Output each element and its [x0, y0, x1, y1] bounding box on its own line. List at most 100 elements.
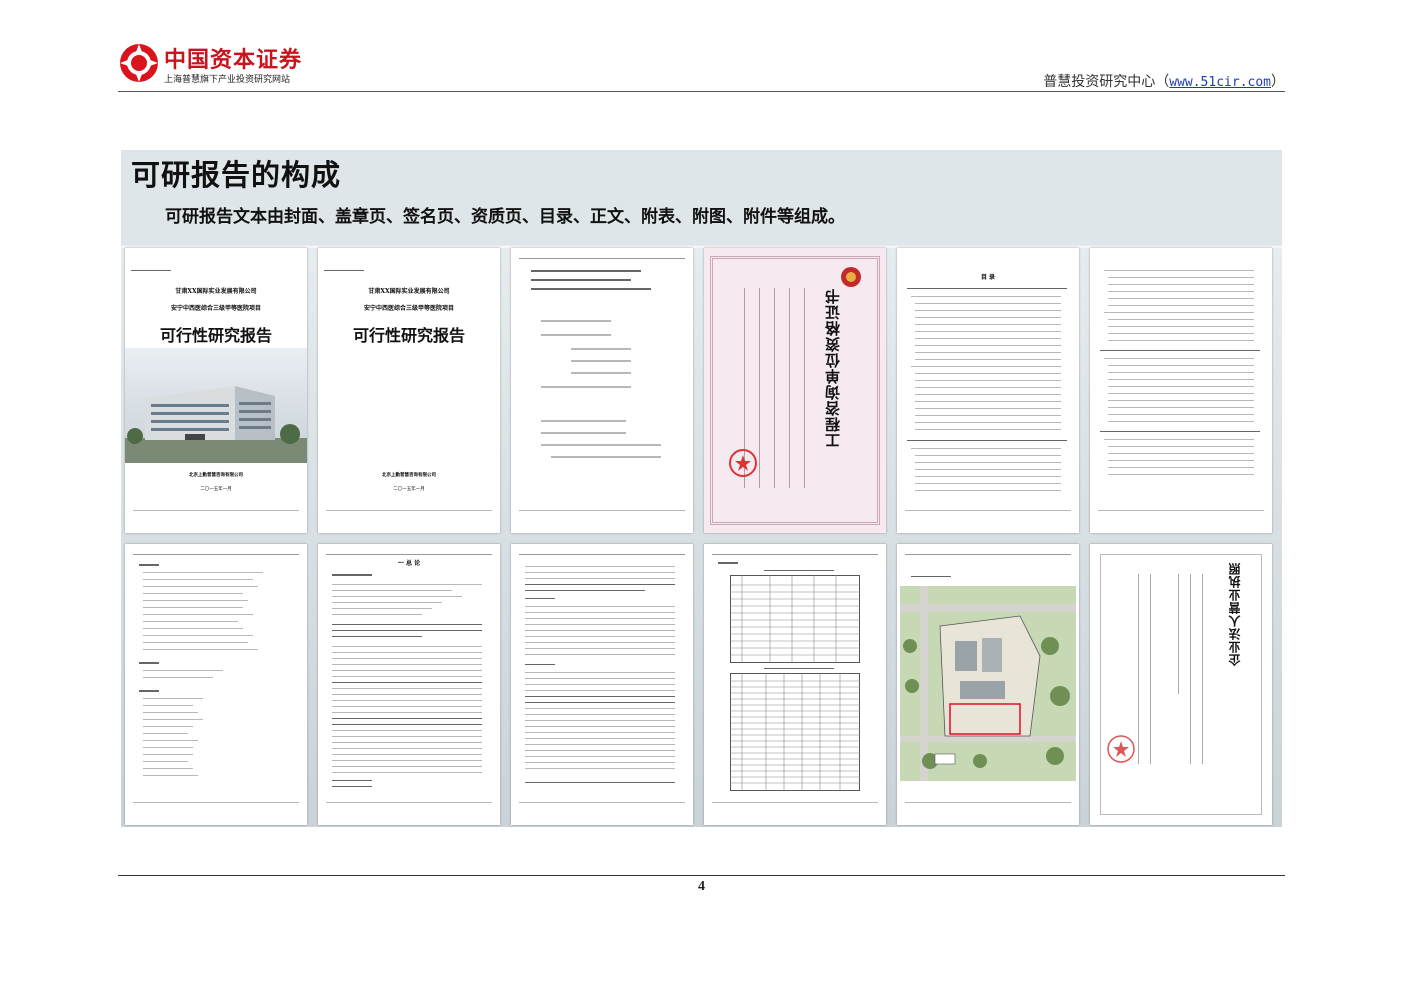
- text-line: [525, 618, 675, 619]
- toc-line: [907, 440, 1067, 441]
- text-line: [143, 614, 253, 615]
- text-line: [332, 614, 422, 615]
- text-line: [332, 590, 452, 591]
- toc-line: [915, 380, 1061, 381]
- site-plan-map-icon: [900, 586, 1076, 781]
- cert-col: [759, 288, 760, 488]
- header-line: [905, 554, 1071, 555]
- footer-line: [1098, 510, 1264, 511]
- toc-line: [911, 296, 1061, 297]
- sig-line: [571, 372, 631, 374]
- toc-line: [915, 331, 1061, 332]
- footer-line: [326, 510, 492, 511]
- license-col: [1150, 574, 1151, 764]
- text-line: [525, 590, 645, 591]
- license-col: [1202, 574, 1203, 764]
- text-line: [525, 654, 675, 655]
- sig-line: [531, 288, 651, 290]
- sig-line: [531, 270, 641, 272]
- text-line: [525, 572, 675, 573]
- text-line: [332, 602, 442, 603]
- footer-line: [905, 802, 1071, 803]
- cover2-company: 北京上勤普慧咨询有限公司: [382, 473, 436, 478]
- toc-line: [915, 352, 1061, 353]
- logo-title: 中国资本证券: [164, 47, 303, 73]
- toc-line: [915, 345, 1061, 346]
- footer-line: [519, 802, 685, 803]
- cover1-report-title: 可行性研究报告: [159, 326, 272, 345]
- text-line: [143, 719, 203, 720]
- thumb-appendix-list: [125, 544, 307, 825]
- footer-line: [712, 802, 878, 803]
- text-line: [143, 761, 188, 762]
- text-line: [332, 736, 482, 737]
- license-col: [1178, 574, 1179, 694]
- toc-line: [915, 422, 1061, 423]
- toc-line: [1108, 400, 1254, 401]
- text-line: [525, 768, 675, 769]
- toc-line: [915, 483, 1061, 484]
- toc-line: [915, 387, 1061, 388]
- text-line: [332, 760, 482, 761]
- site-url-link[interactable]: www.51cir.com: [1169, 75, 1271, 90]
- text-line: [332, 658, 482, 659]
- text-line: [143, 747, 193, 748]
- toc-line: [1108, 305, 1254, 306]
- toc-line: [907, 288, 1067, 289]
- logo-emblem-icon: [120, 44, 158, 82]
- thumb-toc-page-1: 目 录: [897, 248, 1079, 533]
- toc-line: [915, 394, 1061, 395]
- toc-line: [1108, 365, 1254, 366]
- text-line: [143, 768, 193, 769]
- cert-border: [710, 256, 880, 525]
- text-line: [525, 642, 675, 643]
- license-col: [1138, 574, 1139, 764]
- toc-line: [1108, 277, 1254, 278]
- thumb-qualification-certificate: 工程咨询单位资格证书: [704, 248, 886, 533]
- table-caption: [764, 668, 834, 669]
- toc-line: [1108, 340, 1254, 341]
- toc-line: [1108, 453, 1254, 454]
- text-line: [525, 578, 675, 579]
- thumb-appendix-tables: [704, 544, 886, 825]
- cert-col: [774, 288, 775, 488]
- text-line: [525, 672, 675, 673]
- text-line: [143, 754, 193, 755]
- text-line: [332, 706, 482, 707]
- toc-line: [911, 448, 1061, 449]
- toc-line: [1108, 386, 1254, 387]
- sig-line: [541, 420, 626, 422]
- sig-line: [541, 334, 611, 336]
- text-line: [332, 780, 372, 781]
- cover2-project: 安宁中西医综合三级甲等医院项目: [363, 305, 454, 312]
- toc-line: [1108, 474, 1254, 475]
- text-line: [332, 694, 482, 695]
- text-line: [332, 766, 482, 767]
- text-line: [525, 708, 675, 709]
- toc-line: [915, 490, 1061, 491]
- text-line: [525, 696, 675, 697]
- text-line: [332, 772, 482, 773]
- text-line: [139, 564, 159, 566]
- toc-line: [915, 415, 1061, 416]
- cover1-client: 甘肃XX国际实业发展有限公司: [175, 288, 257, 295]
- toc-line: [1108, 291, 1254, 292]
- text-line: [525, 702, 675, 703]
- toc-line: [1108, 326, 1254, 327]
- cover1-company: 北京上勤普慧咨询有限公司: [189, 473, 243, 478]
- text-line: [525, 566, 675, 567]
- thumb-cover-plain: 甘肃XX国际实业发展有限公司 安宁中西医综合三级甲等医院项目 可行性研究报告 北…: [318, 248, 500, 533]
- footer-line: [326, 802, 492, 803]
- text-line: [143, 733, 188, 734]
- text-line: [143, 677, 213, 678]
- footer-line: [519, 510, 685, 511]
- thumb-cover-with-photo: 甘肃XX国际实业发展有限公司 安宁中西医综合三级甲等医院项目 可行性研究报告 北…: [125, 248, 307, 533]
- text-line: [332, 718, 482, 719]
- toc-line: [915, 359, 1061, 360]
- text-line: [525, 720, 675, 721]
- thumb-body-page-2: [511, 544, 693, 825]
- thumb-toc-page-2: [1090, 248, 1272, 533]
- text-line: [143, 712, 198, 713]
- cert-col: [789, 288, 790, 488]
- toc-line: [915, 429, 1061, 430]
